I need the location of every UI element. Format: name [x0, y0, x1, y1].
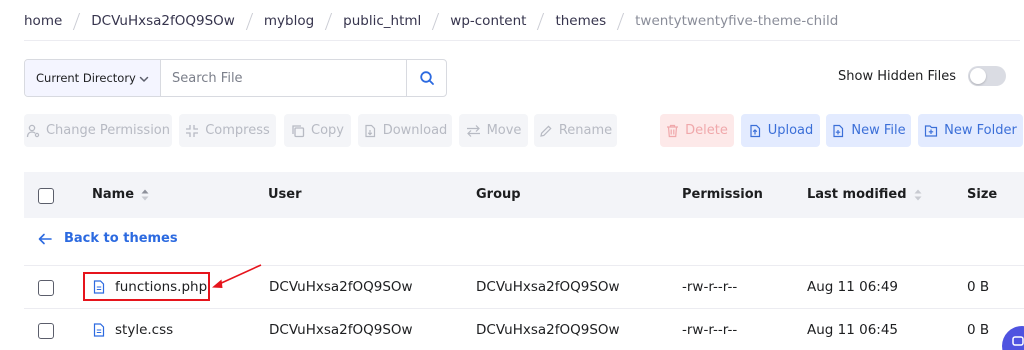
- column-size-header: Size: [967, 187, 997, 202]
- search-icon: [419, 71, 434, 85]
- upload-label: Upload: [767, 123, 814, 138]
- user-key-icon: [26, 124, 40, 137]
- file-size: 0 B: [967, 279, 990, 295]
- new-folder-icon: [925, 124, 938, 137]
- show-hidden-files: Show Hidden Files: [838, 66, 1006, 86]
- file-group: DCVuHxsa2fOQ9SOw: [476, 322, 620, 338]
- new-file-label: New File: [851, 123, 906, 138]
- chevron-down-icon: [139, 76, 149, 82]
- search-button[interactable]: [406, 60, 446, 96]
- search-input[interactable]: [161, 60, 406, 96]
- compress-button[interactable]: Compress: [179, 114, 276, 147]
- download-label: Download: [382, 123, 448, 138]
- breadcrumb-separator: [245, 12, 254, 30]
- back-to-themes-link[interactable]: Back to themes: [38, 231, 178, 246]
- breadcrumb-separator: [431, 12, 440, 30]
- new-folder-button[interactable]: New Folder: [918, 114, 1023, 147]
- column-user-label: User: [268, 187, 302, 202]
- sort-icon: [914, 189, 922, 200]
- row-checkbox[interactable]: [38, 280, 54, 296]
- breadcrumb-separator: [616, 12, 625, 30]
- file-name-cell[interactable]: style.css: [93, 322, 173, 338]
- upload-icon: [750, 124, 760, 137]
- file-last-modified: Aug 11 06:49: [807, 279, 899, 295]
- annotation-arrow-icon: [212, 264, 262, 288]
- column-name-label: Name: [92, 187, 135, 202]
- search-scope-label: Current Directory: [36, 71, 136, 85]
- new-file-button[interactable]: New File: [826, 114, 911, 147]
- breadcrumb-separator: [324, 12, 333, 30]
- compress-icon: [186, 124, 199, 137]
- download-icon: [365, 124, 375, 137]
- column-group-header: Group: [476, 187, 521, 202]
- file-icon: [93, 323, 105, 337]
- file-user: DCVuHxsa2fOQ9SOw: [269, 322, 413, 338]
- new-folder-label: New Folder: [944, 123, 1017, 138]
- new-file-icon: [833, 124, 844, 137]
- file-group: DCVuHxsa2fOQ9SOw: [476, 279, 620, 295]
- column-user-header: User: [268, 187, 302, 202]
- column-permission-label: Permission: [682, 187, 763, 202]
- breadcrumb-public-html[interactable]: public_html: [343, 13, 421, 29]
- move-arrows-icon: [466, 124, 480, 137]
- back-to-themes-label: Back to themes: [64, 231, 178, 246]
- compress-label: Compress: [205, 123, 270, 138]
- move-label: Move: [486, 123, 522, 138]
- search-scope-dropdown[interactable]: Current Directory: [25, 60, 161, 96]
- breadcrumb-myblog[interactable]: myblog: [264, 13, 314, 29]
- breadcrumb-separator: [536, 12, 545, 30]
- download-button[interactable]: Download: [358, 114, 452, 147]
- column-permission-header: Permission: [682, 187, 763, 202]
- column-name-header[interactable]: Name: [92, 187, 150, 202]
- change-permission-button[interactable]: Change Permission: [24, 114, 172, 147]
- rename-button[interactable]: Rename: [534, 114, 617, 147]
- table-row[interactable]: style.css DCVuHxsa2fOQ9SOw DCVuHxsa2fOQ9…: [24, 309, 1024, 350]
- table-header: Name User Group Permission Last modified…: [24, 172, 1024, 218]
- breadcrumb-divider: [24, 40, 1020, 41]
- breadcrumb-separator: [72, 12, 81, 30]
- breadcrumb-themes[interactable]: themes: [555, 13, 606, 29]
- column-last-modified-label: Last modified: [807, 187, 907, 202]
- pencil-icon: [540, 124, 552, 137]
- breadcrumb-home[interactable]: home: [24, 13, 62, 29]
- select-all-checkbox[interactable]: [38, 188, 54, 204]
- breadcrumb-user-dir[interactable]: DCVuHxsa2fOQ9SOw: [91, 13, 235, 29]
- breadcrumb-current: twentytwentyfive-theme-child: [635, 13, 839, 29]
- file-user: DCVuHxsa2fOQ9SOw: [269, 279, 413, 295]
- rename-label: Rename: [558, 123, 613, 138]
- file-permission: -rw-r--r--: [682, 279, 738, 295]
- file-permission: -rw-r--r--: [682, 322, 738, 338]
- delete-label: Delete: [685, 123, 728, 138]
- arrow-left-icon: [38, 233, 52, 244]
- search-bar: Current Directory: [24, 59, 447, 97]
- back-row: Back to themes: [24, 218, 1024, 266]
- column-last-modified-header[interactable]: Last modified: [807, 187, 923, 202]
- file-name: style.css: [115, 322, 174, 338]
- breadcrumb-wp-content[interactable]: wp-content: [450, 13, 526, 29]
- trash-icon: [667, 124, 679, 137]
- show-hidden-files-toggle[interactable]: [968, 66, 1006, 86]
- breadcrumb: home DCVuHxsa2fOQ9SOw myblog public_html…: [24, 11, 838, 31]
- sort-icon: [141, 189, 149, 200]
- highlight-annotation-box: [83, 272, 210, 301]
- file-last-modified: Aug 11 06:45: [807, 322, 899, 338]
- copy-label: Copy: [311, 123, 344, 138]
- file-size: 0 B: [967, 322, 990, 338]
- upload-button[interactable]: Upload: [741, 114, 820, 147]
- show-hidden-files-label: Show Hidden Files: [838, 68, 956, 84]
- copy-button[interactable]: Copy: [284, 114, 351, 147]
- delete-button[interactable]: Delete: [660, 114, 734, 147]
- change-permission-label: Change Permission: [45, 123, 171, 138]
- move-button[interactable]: Move: [459, 114, 528, 147]
- column-group-label: Group: [476, 187, 521, 202]
- copy-icon: [292, 124, 305, 137]
- row-checkbox[interactable]: [38, 323, 54, 339]
- column-size-label: Size: [967, 187, 998, 202]
- chat-icon: [1012, 336, 1024, 346]
